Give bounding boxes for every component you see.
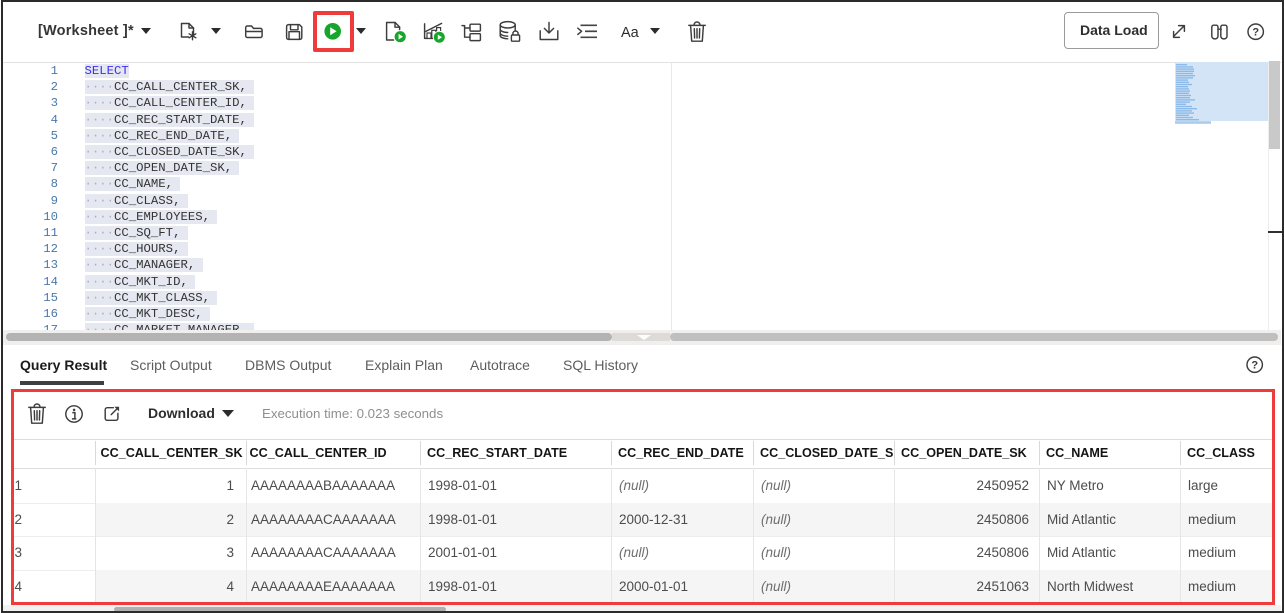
svg-text:?: ? [1251,360,1258,372]
svg-text:?: ? [1252,27,1259,39]
